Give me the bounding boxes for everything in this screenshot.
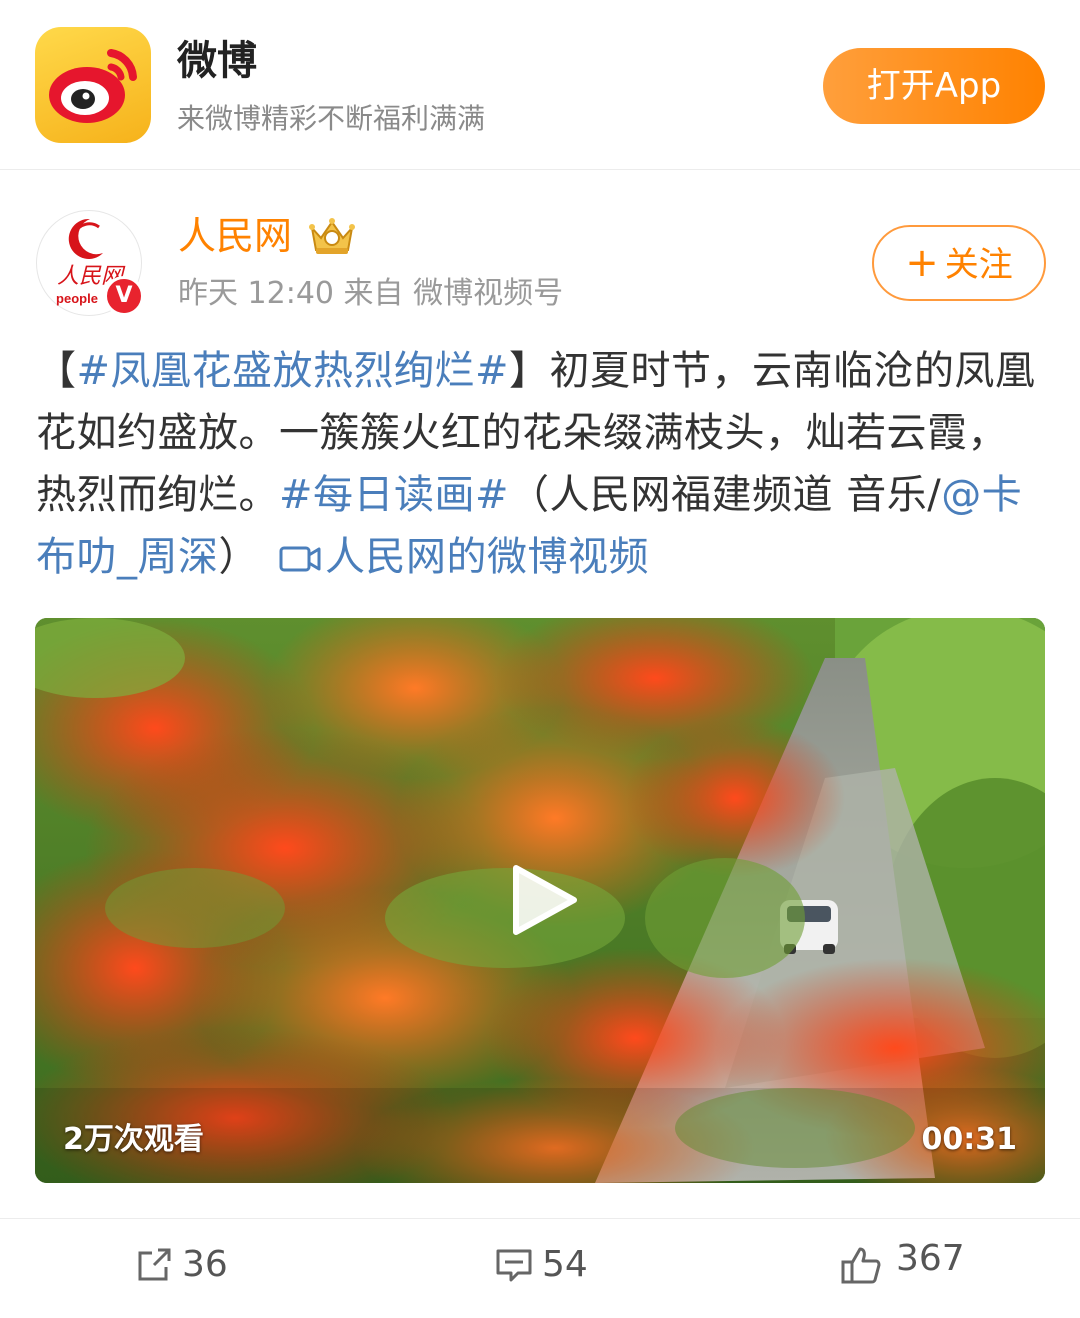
follow-label: 关注 (944, 245, 1013, 285)
author-name[interactable]: 人民网 (178, 212, 292, 260)
post-body-text-2: （人民网福建频道 音乐/ (509, 472, 942, 518)
bracket-open: 【 (36, 348, 77, 394)
avatar-logo-sub: people (56, 291, 98, 306)
app-download-banner: 微博 来微博精彩不断福利满满 打开App (0, 0, 1080, 170)
hashtag-link[interactable]: #凤凰花盛放热烈绚烂# (77, 348, 510, 394)
post-meta: 昨天 12:40 来自 微博视频号 (178, 276, 564, 311)
post-text: 【#凤凰花盛放热烈绚烂#】初夏时节，云南临沧的凤凰花如约盛放。一簇簇火红的花朵缀… (36, 340, 1046, 588)
like-count: 367 (896, 1238, 965, 1279)
video-camera-icon (279, 546, 321, 572)
thumbs-up-icon (841, 1247, 881, 1284)
verified-badge: V (104, 276, 144, 316)
comment-icon (496, 1249, 532, 1282)
bracket-close: 】 (509, 348, 550, 394)
post-body-text-3: ） (218, 534, 259, 580)
view-count: 2万次观看 (63, 1122, 204, 1157)
video-player[interactable]: 2万次观看 00:31 (35, 618, 1045, 1183)
play-icon[interactable] (508, 862, 580, 938)
repost-icon (138, 1248, 171, 1281)
weibo-logo-icon[interactable] (35, 27, 151, 143)
repost-count: 36 (182, 1244, 228, 1285)
plus-icon: + (905, 240, 939, 286)
video-link-label: 人民网的微博视频 (325, 534, 649, 580)
video-link[interactable]: 人民网的微博视频 (259, 534, 649, 580)
hashtag-link-daily[interactable]: #每日读画# (279, 472, 509, 518)
app-name: 微博 (177, 38, 257, 84)
follow-button[interactable]: + 关注 (872, 225, 1046, 301)
action-bar: 36 54 367 (0, 1218, 1080, 1310)
open-app-button[interactable]: 打开App (823, 48, 1045, 124)
app-slogan: 来微博精彩不断福利满满 (177, 102, 486, 135)
video-duration: 00:31 (921, 1122, 1018, 1157)
comment-count: 54 (542, 1244, 588, 1285)
crown-icon (306, 214, 358, 258)
